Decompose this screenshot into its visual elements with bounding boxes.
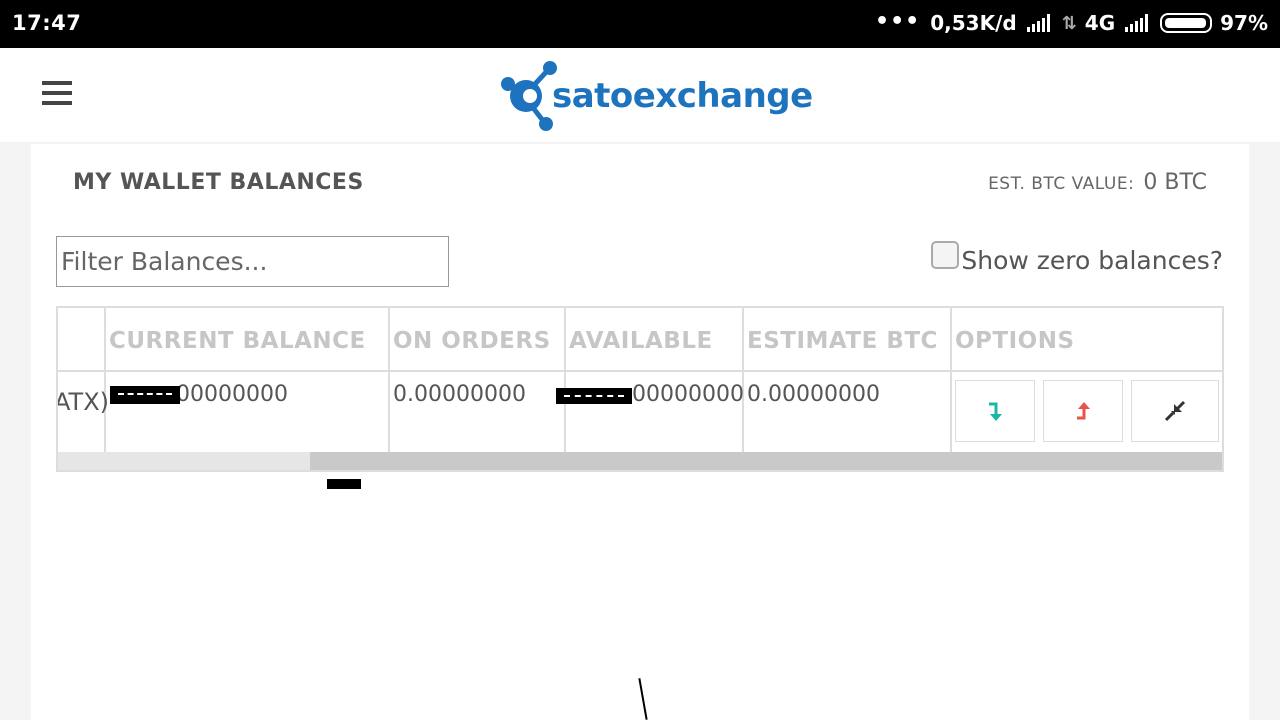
signal-strength-2-icon — [1125, 14, 1150, 32]
notification-dots-icon: ••• — [875, 8, 921, 34]
trade-button[interactable] — [1131, 380, 1219, 442]
stray-line — [638, 678, 648, 720]
compress-arrows-icon — [1164, 400, 1186, 422]
header-available[interactable]: AVAILABLE — [569, 328, 713, 354]
on-orders-value: 0.00000000 — [393, 382, 526, 407]
est-btc-value: EST. BTC VALUE: 0 BTC — [988, 170, 1207, 195]
current-balance-value: 00000000 — [176, 382, 288, 407]
show-zero-checkbox[interactable] — [931, 240, 960, 269]
status-indicators: ••• 0,53K/d ⇅ 4G 97% — [875, 8, 1268, 36]
site-logo[interactable]: satoexchange — [500, 60, 813, 132]
redaction-mark — [556, 388, 632, 404]
battery-icon — [1160, 13, 1213, 33]
status-time: 17:47 — [12, 11, 82, 35]
network-type: 4G — [1084, 11, 1116, 35]
show-zero-balances-toggle[interactable]: Show zero balances? — [931, 240, 1223, 275]
coin-column — [58, 308, 106, 452]
wallet-panel: MY WALLET BALANCES EST. BTC VALUE: 0 BTC… — [31, 144, 1249, 720]
battery-percent: 97% — [1220, 11, 1268, 35]
show-zero-label: Show zero balances? — [961, 246, 1223, 275]
deposit-button[interactable] — [955, 380, 1035, 442]
coin-name: ATX) — [56, 388, 110, 416]
header-options: OPTIONS — [955, 328, 1075, 354]
available-value: 00000000 — [632, 382, 744, 407]
logo-text: satoexchange — [552, 76, 813, 116]
network-speed: 0,53K/d — [930, 11, 1017, 35]
redaction-mark — [327, 479, 361, 489]
site-header: satoexchange — [0, 48, 1280, 142]
header-on-orders[interactable]: ON ORDERS — [393, 328, 551, 354]
table-scrollbar[interactable] — [58, 452, 1222, 470]
estimate-btc-value: 0.00000000 — [747, 382, 880, 407]
header-divider — [58, 370, 1222, 372]
balances-table: CURRENT BALANCE ON ORDERS AVAILABLE ESTI… — [56, 306, 1224, 472]
hamburger-icon[interactable] — [42, 81, 72, 107]
redaction-mark — [110, 386, 180, 404]
molecule-logo-icon — [501, 61, 557, 131]
page-title: MY WALLET BALANCES — [73, 170, 364, 195]
status-bar: 17:47 ••• 0,53K/d ⇅ 4G 97% — [0, 0, 1280, 48]
signal-strength-icon — [1026, 14, 1052, 32]
scrollbar-thumb[interactable] — [310, 452, 1222, 470]
deposit-arrow-down-icon — [989, 402, 1002, 421]
est-btc-amount: 0 BTC — [1143, 170, 1207, 195]
est-btc-label: EST. BTC VALUE: — [988, 174, 1135, 194]
filter-balances-input[interactable] — [56, 236, 449, 287]
header-estimate-btc[interactable]: ESTIMATE BTC — [747, 328, 938, 354]
withdraw-arrow-up-icon — [1077, 402, 1090, 420]
data-transfer-icon: ⇅ — [1061, 12, 1077, 34]
withdraw-button[interactable] — [1043, 380, 1123, 442]
header-current-balance[interactable]: CURRENT BALANCE — [109, 328, 366, 354]
